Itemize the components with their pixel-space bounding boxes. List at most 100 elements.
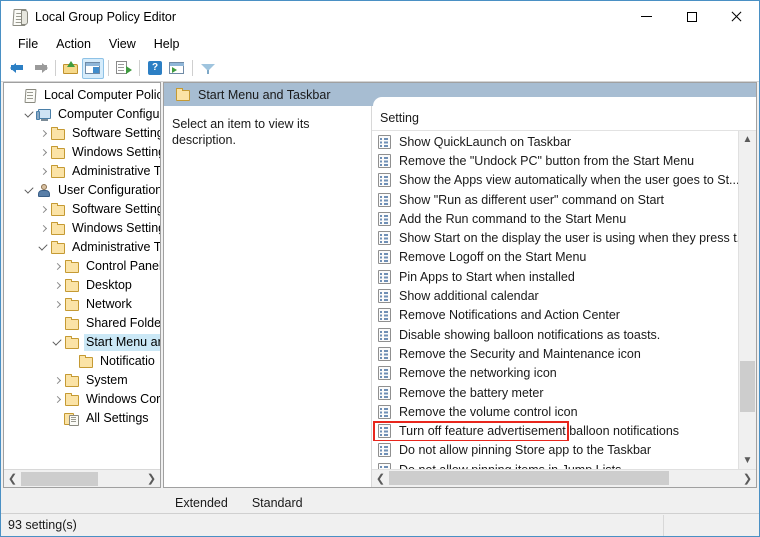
setting-row[interactable]: Remove the battery meter	[372, 383, 738, 402]
tree-scroll-right-button[interactable]: ❯	[143, 470, 160, 487]
filter-button[interactable]	[197, 58, 219, 79]
settings-scroll-right-button[interactable]: ❯	[739, 470, 756, 487]
setting-row[interactable]: Show the Apps view automatically when th…	[372, 171, 738, 190]
chevron-down-icon[interactable]	[50, 338, 64, 347]
back-button[interactable]	[7, 58, 29, 79]
chevron-right-icon[interactable]	[50, 300, 64, 309]
setting-row[interactable]: Add the Run command to the Start Menu	[372, 209, 738, 228]
setting-row[interactable]: Remove Logoff on the Start Menu	[372, 248, 738, 267]
chevron-right-icon[interactable]	[50, 376, 64, 385]
setting-row[interactable]: Remove the networking icon	[372, 364, 738, 383]
close-button[interactable]	[714, 1, 759, 32]
show-action-pane-button[interactable]	[166, 58, 188, 79]
tree-item[interactable]: Control Panel	[4, 257, 160, 276]
chevron-right-icon[interactable]	[50, 395, 64, 404]
tree-item[interactable]: Local Computer Policy	[4, 86, 160, 105]
tree-item[interactable]: Administrative Te	[4, 162, 160, 181]
setting-row[interactable]: Disable showing balloon notifications as…	[372, 325, 738, 344]
tree-item-label: System	[86, 373, 128, 387]
chevron-down-icon[interactable]	[36, 243, 50, 252]
column-header-setting[interactable]: Setting	[372, 111, 756, 125]
setting-row[interactable]: Show QuickLaunch on Taskbar	[372, 132, 738, 151]
tree-item[interactable]: Software Settings	[4, 200, 160, 219]
forward-button[interactable]	[29, 58, 51, 79]
help-button[interactable]: ?	[144, 58, 166, 79]
up-one-level-button[interactable]	[60, 58, 82, 79]
tree-item[interactable]: Computer Configura	[4, 105, 160, 124]
setting-row[interactable]: Turn off feature advertisement balloon n…	[372, 421, 738, 441]
scroll-up-button[interactable]: ▲	[739, 131, 756, 148]
chevron-right-icon[interactable]	[36, 167, 50, 176]
chevron-right-icon[interactable]	[50, 262, 64, 271]
properties-button[interactable]	[113, 58, 135, 79]
menu-view[interactable]: View	[100, 35, 145, 53]
menu-action[interactable]: Action	[47, 35, 100, 53]
tree-scroll-thumb[interactable]	[21, 471, 98, 486]
window-controls	[624, 1, 759, 32]
tree-item[interactable]: Administrative Te	[4, 238, 160, 257]
toolbar-separator	[192, 60, 193, 76]
pane-header-title: Start Menu and Taskbar	[198, 87, 331, 102]
tree-item[interactable]: Shared Folder	[4, 314, 160, 333]
settings-vertical-scrollbar[interactable]: ▲ ▼	[738, 131, 756, 469]
tab-extended[interactable]: Extended	[157, 492, 242, 513]
settings-scroll-left-button[interactable]: ❮	[372, 470, 389, 487]
local-group-policy-editor-window: Local Group Policy Editor File Action Vi…	[0, 0, 760, 537]
setting-row[interactable]: Show additional calendar	[372, 286, 738, 305]
scroll-down-button[interactable]: ▼	[739, 452, 756, 469]
setting-row[interactable]: Show "Run as different user" command on …	[372, 190, 738, 209]
chevron-right-icon[interactable]	[36, 205, 50, 214]
tree-item[interactable]: System	[4, 371, 160, 390]
tree-scroll-left-button[interactable]: ❮	[4, 470, 21, 487]
tree-horizontal-scrollbar[interactable]: ❮ ❯	[4, 469, 160, 487]
folder-icon	[64, 392, 81, 407]
tree-item[interactable]: Windows Setting	[4, 219, 160, 238]
show-hide-console-tree-button[interactable]	[82, 57, 104, 79]
chevron-down-icon[interactable]	[22, 186, 36, 195]
tree-item[interactable]: User Configuration	[4, 181, 160, 200]
settings-scroll-thumb[interactable]	[389, 471, 670, 485]
tree-item[interactable]: Network	[4, 295, 160, 314]
setting-row[interactable]: Do not allow pinning items in Jump Lists	[372, 460, 738, 469]
tree-scroll-track[interactable]	[21, 470, 143, 487]
menu-file[interactable]: File	[9, 35, 47, 53]
tree-item[interactable]: Windows Setting	[4, 143, 160, 162]
setting-row[interactable]: Do not allow pinning Store app to the Ta…	[372, 441, 738, 460]
tree-item[interactable]: Software Settings	[4, 124, 160, 143]
tree-item-label: Local Computer Policy	[44, 88, 160, 102]
vertical-scroll-track[interactable]	[739, 148, 756, 452]
tree-item[interactable]: Start Menu ar	[4, 333, 160, 352]
settings-horizontal-scrollbar[interactable]: ❮ ❯	[372, 469, 756, 487]
setting-row[interactable]: Remove the Security and Maintenance icon	[372, 344, 738, 363]
tree-item[interactable]: Desktop	[4, 276, 160, 295]
setting-row-label: Pin Apps to Start when installed	[399, 269, 575, 284]
setting-row[interactable]: Remove Notifications and Action Center	[372, 306, 738, 325]
vertical-scroll-thumb[interactable]	[740, 360, 755, 413]
console-tree[interactable]: Local Computer Policy Computer Configura S…	[4, 83, 160, 469]
menu-help[interactable]: Help	[145, 35, 189, 53]
setting-row[interactable]: Pin Apps to Start when installed	[372, 267, 738, 286]
setting-row[interactable]: Show Start on the display the user is us…	[372, 228, 738, 247]
back-arrow-icon	[10, 61, 26, 75]
tree-item[interactable]: Windows Cor	[4, 390, 160, 409]
setting-row-label: Show QuickLaunch on Taskbar	[399, 134, 572, 149]
tree-item-label: Administrative Te	[72, 164, 160, 178]
description-text: Select an item to view its description.	[172, 117, 310, 147]
minimize-button[interactable]	[624, 1, 669, 32]
chevron-right-icon[interactable]	[36, 148, 50, 157]
tree-item-label: Windows Setting	[72, 145, 160, 159]
chevron-right-icon[interactable]	[36, 224, 50, 233]
folder-icon	[50, 221, 67, 236]
setting-row[interactable]: Remove the volume control icon	[372, 402, 738, 421]
pane-header: Start Menu and Taskbar	[164, 83, 756, 106]
chevron-right-icon[interactable]	[50, 281, 64, 290]
settings-list[interactable]: Show QuickLaunch on Taskbar Remove the "U…	[372, 131, 738, 469]
chevron-down-icon[interactable]	[22, 110, 36, 119]
chevron-right-icon[interactable]	[36, 129, 50, 138]
setting-row[interactable]: Remove the "Undock PC" button from the S…	[372, 151, 738, 170]
tree-item[interactable]: All Settings	[4, 409, 160, 428]
tree-item-label: Windows Cor	[86, 392, 160, 406]
maximize-button[interactable]	[669, 1, 714, 32]
tab-standard[interactable]: Standard	[234, 492, 316, 513]
tree-item[interactable]: Notificatio	[4, 352, 160, 371]
